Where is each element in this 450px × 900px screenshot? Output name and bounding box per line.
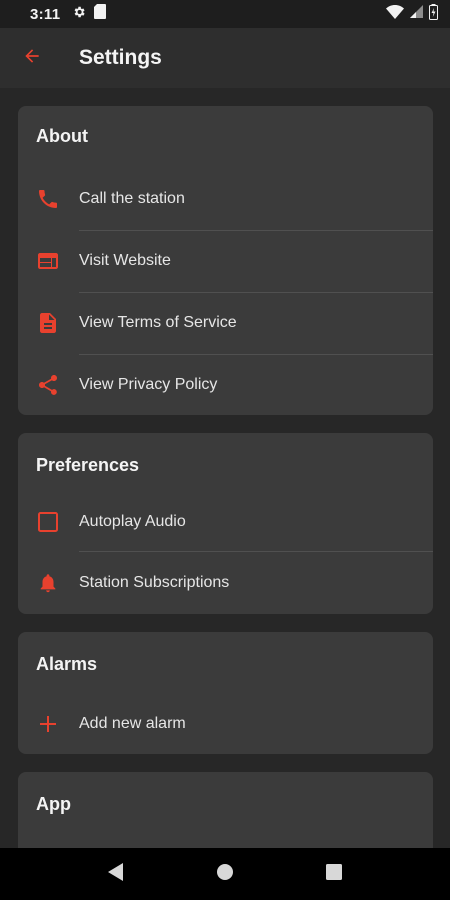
phone-icon bbox=[18, 187, 78, 211]
status-right-icons bbox=[386, 3, 438, 25]
back-button[interactable] bbox=[0, 28, 64, 88]
autoplay-audio-label: Autoplay Audio bbox=[79, 513, 186, 530]
status-bar: 3:11 bbox=[0, 0, 450, 28]
triangle-back-icon bbox=[108, 862, 124, 886]
visit-website-item[interactable]: Visit Website bbox=[18, 230, 433, 292]
section-title-about: About bbox=[36, 126, 88, 146]
signal-icon bbox=[410, 5, 423, 23]
checkbox-icon[interactable] bbox=[18, 511, 78, 533]
section-title-preferences: Preferences bbox=[36, 455, 140, 475]
privacy-policy-item[interactable]: View Privacy Policy bbox=[18, 354, 433, 416]
about-card: About Call the station Visit Website Vie… bbox=[18, 106, 433, 415]
call-station-item[interactable]: Call the station bbox=[18, 168, 433, 230]
status-time: 3:11 bbox=[30, 5, 61, 23]
app-card: App bbox=[18, 772, 433, 848]
settings-gear-icon bbox=[72, 5, 86, 24]
preferences-card: Preferences Autoplay Audio Station Subsc… bbox=[18, 433, 433, 614]
privacy-policy-label: View Privacy Policy bbox=[79, 376, 218, 393]
wifi-icon bbox=[386, 4, 404, 24]
share-icon bbox=[18, 373, 78, 397]
visit-website-label: Visit Website bbox=[79, 252, 171, 269]
station-subscriptions-label: Station Subscriptions bbox=[79, 573, 230, 591]
status-left-icons bbox=[72, 4, 107, 24]
circle-home-icon bbox=[216, 863, 234, 886]
app-bar: Settings bbox=[0, 28, 450, 88]
document-icon bbox=[18, 311, 78, 335]
autoplay-audio-item[interactable]: Autoplay Audio bbox=[18, 493, 433, 551]
battery-icon bbox=[429, 3, 438, 25]
system-nav-bar bbox=[0, 848, 450, 900]
section-title-app: App bbox=[36, 794, 71, 814]
terms-of-service-label: View Terms of Service bbox=[79, 314, 237, 331]
web-icon bbox=[18, 249, 78, 273]
sd-card-icon bbox=[94, 4, 107, 24]
square-recents-icon bbox=[325, 863, 342, 885]
nav-home-button[interactable] bbox=[205, 854, 245, 894]
page-title: Settings bbox=[79, 46, 162, 69]
add-alarm-item[interactable]: Add new alarm bbox=[18, 694, 433, 754]
station-subscriptions-item[interactable]: Station Subscriptions bbox=[18, 551, 433, 614]
arrow-back-icon bbox=[22, 46, 42, 71]
add-alarm-label: Add new alarm bbox=[79, 715, 186, 732]
settings-list[interactable]: About Call the station Visit Website Vie… bbox=[0, 88, 450, 848]
nav-recents-button[interactable] bbox=[314, 854, 354, 894]
alarms-card: Alarms Add new alarm bbox=[18, 632, 433, 754]
nav-back-button[interactable] bbox=[96, 854, 136, 894]
section-title-alarms: Alarms bbox=[36, 654, 98, 674]
terms-of-service-item[interactable]: View Terms of Service bbox=[18, 292, 433, 354]
call-station-label: Call the station bbox=[79, 190, 185, 207]
bell-icon bbox=[18, 572, 78, 594]
plus-icon bbox=[18, 714, 78, 734]
